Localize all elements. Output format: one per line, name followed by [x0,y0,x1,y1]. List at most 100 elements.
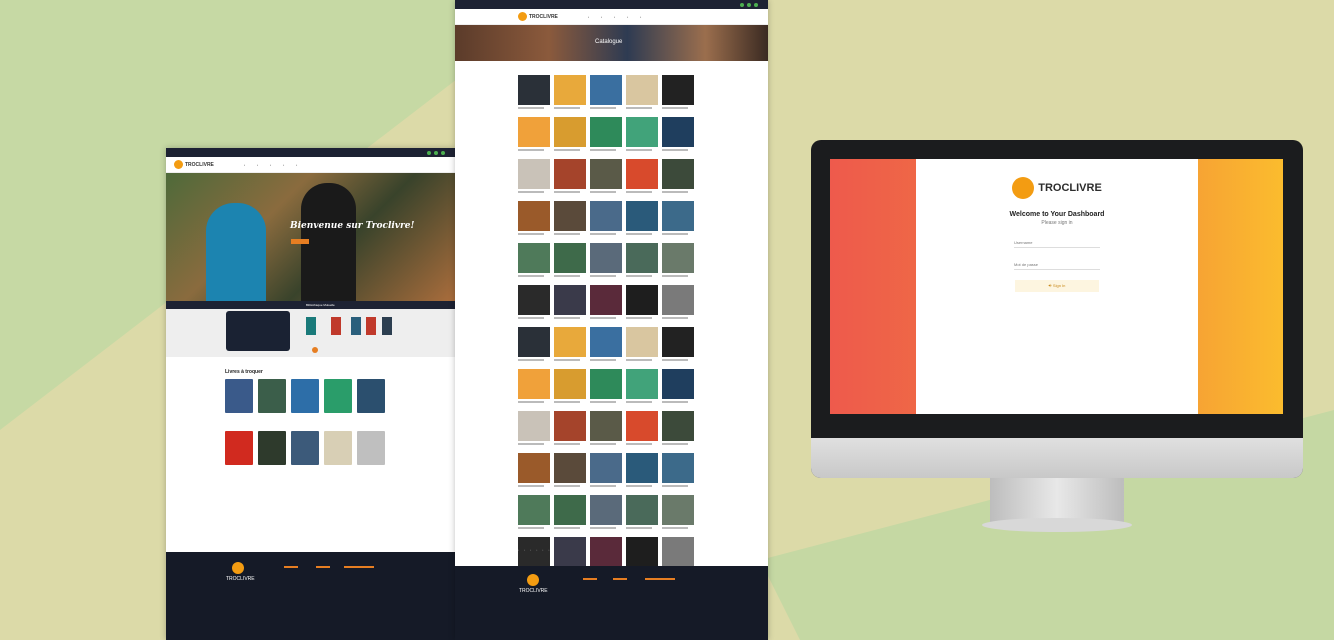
catalogue-book[interactable] [554,369,586,407]
logo[interactable]: TROCLIVRE [174,160,214,169]
nav-dot[interactable]: • [640,15,641,19]
catalogue-book[interactable] [662,327,694,365]
book-cover[interactable] [291,379,319,413]
catalogue-book[interactable] [518,369,550,407]
catalogue-book[interactable] [662,495,694,533]
nav-dot[interactable]: • [588,15,589,19]
book-cover[interactable] [225,431,253,465]
catalogue-book[interactable] [554,117,586,155]
book-logo-icon [1012,177,1035,199]
catalogue-book[interactable] [554,453,586,491]
catalogue-book[interactable] [626,411,658,449]
nav-dot[interactable]: • [601,15,602,19]
catalogue-book[interactable] [662,159,694,197]
catalogue-book[interactable] [518,285,550,323]
catalogue-book[interactable] [662,201,694,239]
nav-dot[interactable]: • [296,163,297,167]
catalogue-book[interactable] [626,327,658,365]
catalogue-book[interactable] [554,285,586,323]
catalogue-book[interactable] [662,117,694,155]
nav-dot[interactable]: • [614,15,615,19]
catalogue-book[interactable] [626,201,658,239]
nav-dot[interactable]: • [627,15,628,19]
book-cover[interactable] [357,379,385,413]
catalogue-book[interactable] [518,495,550,533]
catalogue-book[interactable] [662,369,694,407]
book-cover[interactable] [324,431,352,465]
catalogue-book[interactable] [626,117,658,155]
page-link[interactable]: • [542,548,543,552]
signin-button[interactable]: ⎆ Sign In [1015,280,1099,292]
book-cover[interactable] [382,317,392,335]
catalogue-book[interactable] [662,75,694,113]
catalogue-book[interactable] [518,117,550,155]
catalogue-book[interactable] [590,243,622,281]
catalogue-book[interactable] [590,201,622,239]
catalogue-book[interactable] [662,285,694,323]
catalogue-book[interactable] [518,327,550,365]
book-cover[interactable] [331,317,341,335]
book-caption [590,443,616,445]
catalogue-book[interactable] [518,201,550,239]
catalogue-book[interactable] [554,159,586,197]
catalogue-book[interactable] [554,495,586,533]
catalogue-book[interactable] [590,117,622,155]
book-cover[interactable] [351,317,361,335]
catalogue-book[interactable] [590,453,622,491]
book-caption [626,149,652,151]
page-link[interactable]: • [548,548,549,552]
catalogue-book[interactable] [518,453,550,491]
book-cover[interactable] [306,317,316,335]
catalogue-book[interactable] [590,369,622,407]
catalogue-book[interactable] [662,243,694,281]
hero-cta-button[interactable] [291,239,309,244]
nav-dot[interactable]: • [244,163,245,167]
catalogue-book[interactable] [590,495,622,533]
catalogue-book[interactable] [590,285,622,323]
book-cover[interactable] [357,431,385,465]
logo[interactable]: TROCLIVRE [518,12,558,21]
catalogue-book[interactable] [518,159,550,197]
catalogue-book[interactable] [554,411,586,449]
catalogue-book[interactable] [554,327,586,365]
nav-dot[interactable]: • [257,163,258,167]
page-link[interactable]: • [518,548,519,552]
catalogue-book[interactable] [518,411,550,449]
catalogue-book[interactable] [626,495,658,533]
page-link[interactable]: • [530,548,531,552]
book-cover[interactable] [258,431,286,465]
nav-dot[interactable]: • [270,163,271,167]
page-link[interactable]: • [524,548,525,552]
catalogue-book[interactable] [554,75,586,113]
catalogue-book[interactable] [518,75,550,113]
book-cover[interactable] [225,379,253,413]
catalogue-book[interactable] [518,243,550,281]
catalogue-book[interactable] [590,411,622,449]
catalogue-book[interactable] [554,243,586,281]
catalogue-book[interactable] [554,201,586,239]
password-field[interactable]: Mot de passe [1014,262,1100,270]
book-cover[interactable] [324,379,352,413]
book-cover[interactable] [258,379,286,413]
book-cover [662,201,694,231]
footer-logo-icon [232,562,244,574]
catalogue-book[interactable] [626,369,658,407]
catalogue-book[interactable] [626,453,658,491]
nav-dot[interactable]: • [283,163,284,167]
catalogue-book[interactable] [590,327,622,365]
catalogue-book[interactable] [662,411,694,449]
catalogue-book[interactable] [590,75,622,113]
catalogue-book[interactable] [662,453,694,491]
username-field[interactable]: Username [1014,240,1100,248]
catalogue-book[interactable] [590,159,622,197]
carousel-button[interactable] [312,347,318,353]
book-cover [554,537,586,567]
catalogue-book[interactable] [626,285,658,323]
catalogue-book[interactable] [626,243,658,281]
catalogue-book[interactable] [626,75,658,113]
book-cover[interactable] [291,431,319,465]
book-cover [662,537,694,567]
catalogue-book[interactable] [626,159,658,197]
book-cover[interactable] [366,317,376,335]
page-link[interactable]: • [536,548,537,552]
